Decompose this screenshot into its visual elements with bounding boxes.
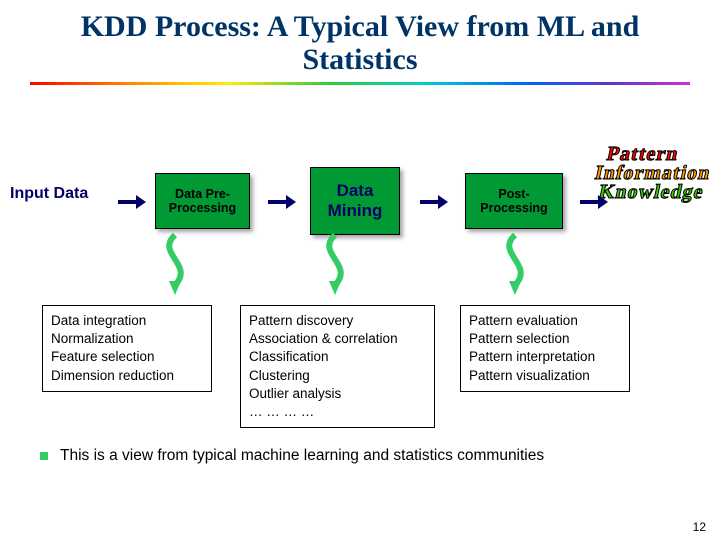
footer-bullet-text: This is a view from typical machine lear… (60, 447, 544, 464)
curly-connector-icon (160, 235, 190, 295)
footer-bullet: This is a view from typical machine lear… (40, 447, 700, 465)
flow-row: Input Data Data Pre-Processing Data Mini… (0, 165, 720, 245)
box-preprocessing: Data Pre-Processing (155, 173, 250, 229)
arrow-icon (420, 195, 448, 209)
arrow-icon (268, 195, 296, 209)
detail-mining: Pattern discoveryAssociation & correlati… (240, 305, 435, 428)
arrow-icon (118, 195, 146, 209)
arrow-icon (580, 195, 608, 209)
input-data-label: Input Data (10, 185, 88, 203)
curly-connector-icon (320, 235, 350, 295)
curly-connector-icon (500, 235, 530, 295)
slide-title: KDD Process: A Typical View from ML and … (0, 0, 720, 80)
detail-preprocessing: Data integrationNormalizationFeature sel… (42, 305, 212, 392)
box-data-mining: Data Mining (310, 167, 400, 235)
detail-postprocessing: Pattern evaluationPattern selectionPatte… (460, 305, 630, 392)
rainbow-divider (30, 82, 690, 85)
box-postprocessing: Post-Processing (465, 173, 563, 229)
page-number: 12 (693, 520, 706, 534)
bullet-square-icon (40, 452, 48, 460)
